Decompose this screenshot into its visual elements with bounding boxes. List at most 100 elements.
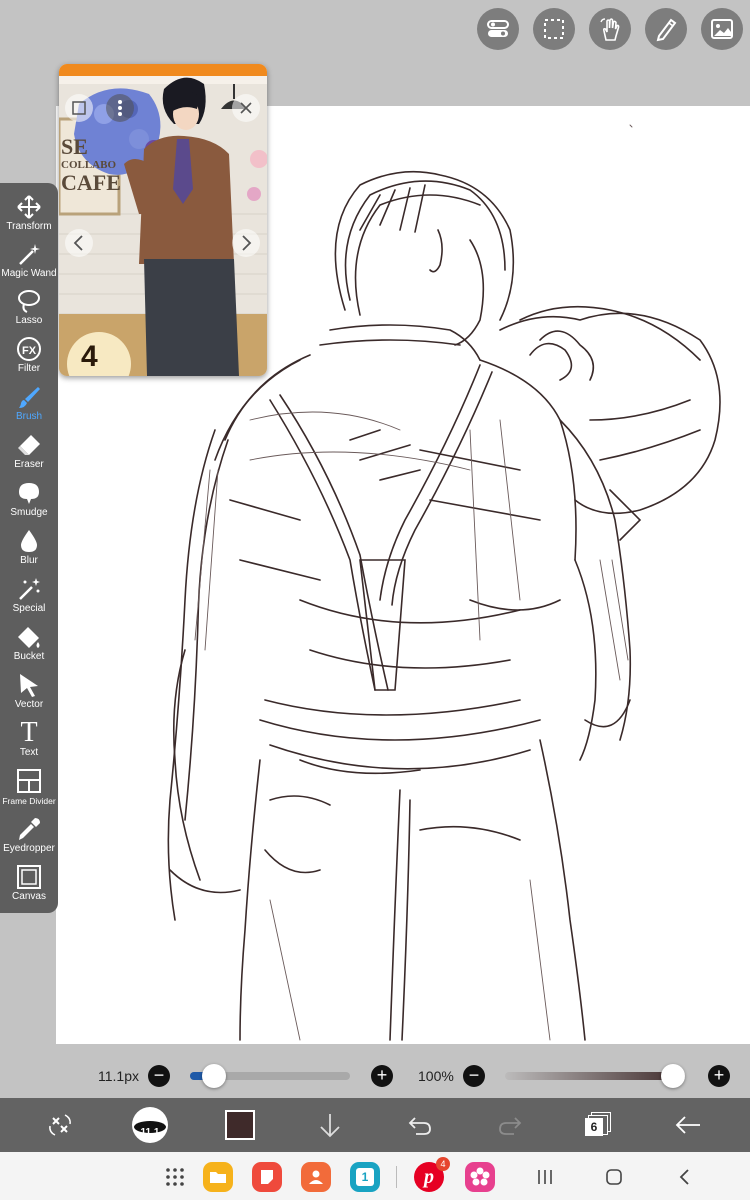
files-app[interactable] <box>203 1162 233 1192</box>
tool-label: Magic Wand <box>1 268 57 279</box>
brush-preview-button[interactable]: 11.1 <box>128 1098 172 1152</box>
back-button[interactable] <box>670 1098 706 1152</box>
tool-label: Canvas <box>12 891 46 902</box>
tool-smudge[interactable]: Smudge <box>0 479 58 526</box>
image-icon <box>711 19 733 39</box>
calendar-icon: 1 <box>356 1168 374 1186</box>
minimize-button[interactable] <box>65 94 93 122</box>
download-button[interactable] <box>312 1098 348 1152</box>
undo-icon <box>408 1117 431 1135</box>
pinterest-app[interactable]: p 4 <box>414 1157 450 1192</box>
tool-vector[interactable]: Vector <box>0 671 58 718</box>
brush-size-slider[interactable] <box>190 1064 350 1088</box>
reference-window[interactable]: SE COLLABO CAFE 4 <box>59 64 267 376</box>
badge-number: 4 <box>81 340 98 373</box>
opacity-slider[interactable] <box>505 1064 685 1088</box>
nav-divider <box>396 1166 397 1188</box>
opacity-handle[interactable] <box>661 1064 685 1088</box>
color-swatch <box>225 1110 255 1140</box>
bottom-toolbar: 11.1 6 <box>0 1098 750 1152</box>
tool-blur[interactable]: Blur <box>0 527 58 574</box>
recents-button[interactable] <box>532 1164 558 1190</box>
layers-icon: 6 <box>585 1112 611 1138</box>
tool-label: Text <box>19 747 39 758</box>
prev-image-button[interactable] <box>65 229 93 257</box>
contacts-app[interactable] <box>301 1162 331 1192</box>
sign-line-1: SE <box>61 134 88 159</box>
tool-special[interactable]: Special <box>0 575 58 622</box>
tool-eraser[interactable]: Eraser <box>0 431 58 478</box>
recents-icon <box>538 1170 552 1184</box>
tool-canvas[interactable]: Canvas <box>0 863 58 910</box>
smudge-icon <box>19 483 39 504</box>
calendar-app[interactable]: 1 <box>350 1162 380 1192</box>
brush-preview-label: 11.1 <box>140 1127 160 1138</box>
blur-drop-icon <box>21 530 37 552</box>
contact-icon <box>309 1170 323 1184</box>
brush-preview: 11.1 <box>132 1107 168 1143</box>
more-button[interactable] <box>106 94 134 122</box>
app-grid-icon <box>166 1168 184 1186</box>
redo-button[interactable] <box>492 1098 528 1152</box>
tool-text[interactable]: T Text <box>0 719 58 766</box>
image-button[interactable] <box>701 8 743 50</box>
tool-frame-divider[interactable]: Frame Divider <box>0 767 58 814</box>
tool-bucket[interactable]: Bucket <box>0 623 58 670</box>
opacity-plus-button[interactable]: + <box>708 1065 730 1087</box>
selection-button[interactable] <box>533 8 575 50</box>
tool-label: Smudge <box>10 507 48 518</box>
layers-button[interactable]: 6 <box>580 1098 616 1152</box>
rotate-flip-button[interactable] <box>40 1098 80 1152</box>
tool-label: Eyedropper <box>3 843 55 854</box>
tool-palette: Transform Magic Wand Lasso FX Filter Bru… <box>0 183 58 913</box>
home-icon <box>606 1169 622 1185</box>
tool-label: Filter <box>17 363 41 374</box>
note-icon <box>261 1170 273 1184</box>
minimize-icon <box>72 101 86 115</box>
tool-magic-wand[interactable]: Magic Wand <box>0 240 58 287</box>
tool-label: Frame Divider <box>2 796 56 806</box>
tool-lasso[interactable]: Lasso <box>0 287 58 334</box>
close-button[interactable] <box>232 94 260 122</box>
tool-filter[interactable]: FX Filter <box>0 335 58 382</box>
bucket-icon <box>18 627 40 648</box>
arrow-down-icon <box>320 1114 340 1138</box>
pencil-ruler-icon <box>656 18 677 42</box>
pinterest-badge: 4 <box>436 1157 450 1171</box>
tool-eyedropper[interactable]: Eyedropper <box>0 815 58 862</box>
pinterest-icon: p <box>424 1165 434 1188</box>
gesture-button[interactable] <box>589 8 631 50</box>
nav-back-button[interactable] <box>672 1164 698 1190</box>
toggle-button[interactable] <box>477 8 519 50</box>
color-swatch-button[interactable] <box>220 1098 260 1152</box>
flower-icon <box>470 1167 490 1186</box>
brush-size-value: 11.1px <box>98 1068 139 1084</box>
undo-button[interactable] <box>402 1098 438 1152</box>
toggle-icon <box>487 20 509 37</box>
sign-text: SE COLLABO CAFE <box>61 136 121 194</box>
home-button[interactable] <box>601 1164 627 1190</box>
tool-label: Eraser <box>14 459 44 470</box>
next-image-button[interactable] <box>232 229 260 257</box>
tool-brush[interactable]: Brush <box>0 383 58 430</box>
redo-icon <box>499 1117 522 1135</box>
blossom-app[interactable] <box>465 1162 495 1192</box>
special-wand-icon <box>19 578 40 600</box>
eraser-icon <box>18 435 40 455</box>
app-drawer-button[interactable] <box>162 1164 188 1190</box>
tool-label: Transform <box>6 221 52 232</box>
eyedropper-icon <box>19 818 40 840</box>
notes-app[interactable] <box>252 1162 282 1192</box>
close-icon <box>240 102 252 114</box>
opacity-minus-button[interactable]: − <box>463 1065 485 1087</box>
size-minus-button[interactable]: − <box>148 1065 170 1087</box>
text-t-icon: T <box>20 717 38 748</box>
magic-wand-icon <box>19 244 40 265</box>
layer-count: 6 <box>585 1118 603 1136</box>
filter-fx-icon: FX <box>17 337 41 361</box>
brush-size-handle[interactable] <box>202 1064 226 1088</box>
size-plus-button[interactable]: + <box>371 1065 393 1087</box>
tool-label: Brush <box>15 411 43 422</box>
ruler-button[interactable] <box>645 8 687 50</box>
tool-transform[interactable]: Transform <box>0 193 58 240</box>
